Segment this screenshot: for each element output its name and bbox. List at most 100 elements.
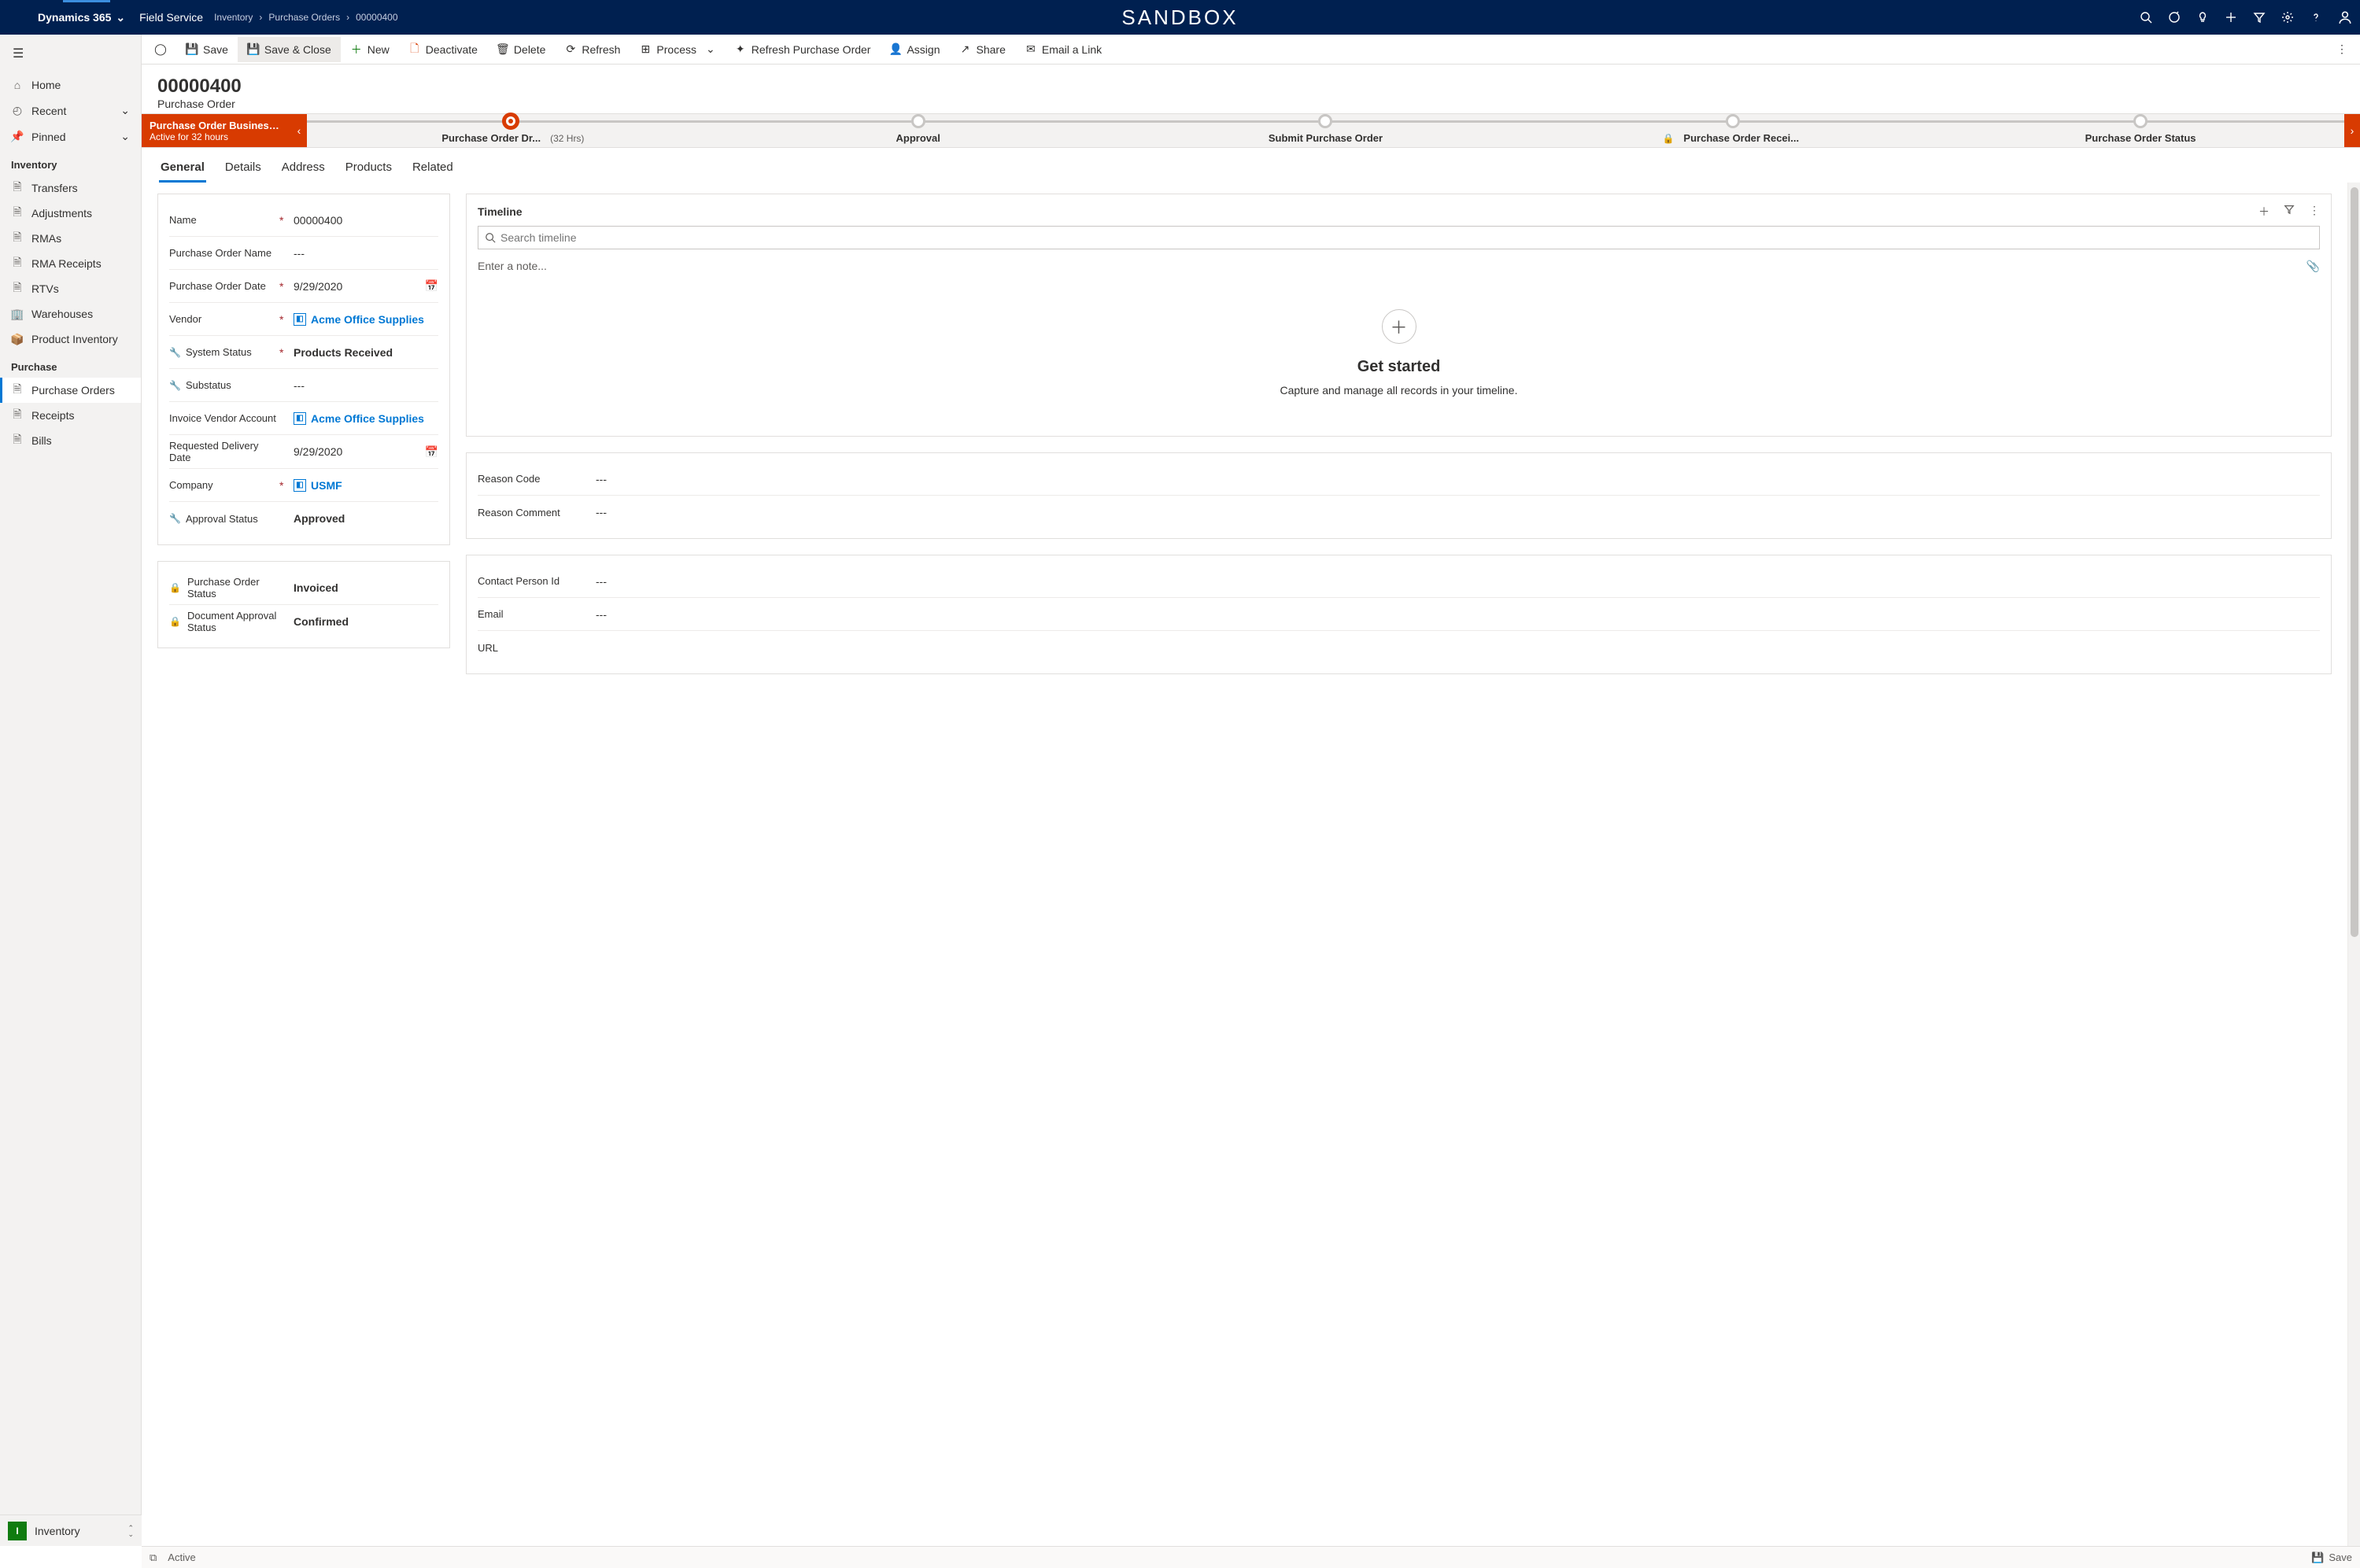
statusbar-save[interactable]: 💾 Save — [2311, 1551, 2352, 1564]
field-value[interactable]: Acme Office Supplies — [311, 313, 424, 326]
sidebar-purchase-orders[interactable]: 🗎Purchase Orders — [0, 378, 141, 403]
field-label: Purchase Order Status — [187, 576, 279, 600]
sidebar-receipts[interactable]: 🗎Receipts — [0, 403, 141, 428]
more-commands[interactable]: ⋮ — [2327, 36, 2357, 62]
sidebar-rtvs[interactable]: 🗎RTVs — [0, 276, 141, 301]
field-po-name[interactable]: Purchase Order Name --- — [169, 237, 438, 270]
breadcrumb-item[interactable]: Inventory — [214, 12, 253, 23]
timeline-more-button[interactable]: ⋮ — [2309, 204, 2320, 220]
field-value[interactable]: Approved — [294, 512, 438, 525]
process-button[interactable]: ⊞Process⌄ — [630, 36, 724, 62]
plus-icon[interactable] — [2225, 11, 2237, 24]
field-reason-code[interactable]: Reason Code --- — [478, 463, 2320, 496]
gear-icon[interactable] — [2281, 11, 2294, 24]
field-value[interactable]: Acme Office Supplies — [311, 412, 424, 425]
field-approval-status[interactable]: 🔧Approval Status Approved — [169, 502, 438, 535]
sidebar-rmas[interactable]: 🗎RMAs — [0, 226, 141, 251]
tab-products[interactable]: Products — [344, 156, 393, 183]
bpf-stage-submit[interactable]: Submit Purchase Order — [1122, 114, 1530, 147]
deactivate-button[interactable]: 🗋Deactivate — [399, 37, 487, 62]
sidebar-home[interactable]: ⌂Home — [0, 72, 141, 98]
vertical-scrollbar[interactable] — [2347, 183, 2360, 1546]
tab-related[interactable]: Related — [411, 156, 455, 183]
field-req-delivery-date[interactable]: Requested Delivery Date 9/29/2020📅 — [169, 435, 438, 469]
sidebar-product-inventory[interactable]: 📦Product Inventory — [0, 327, 141, 352]
new-button[interactable]: ＋New — [341, 37, 399, 62]
sidebar-pinned[interactable]: 📌Pinned⌄ — [0, 124, 141, 149]
sidebar-rma-receipts[interactable]: 🗎RMA Receipts — [0, 251, 141, 276]
field-value[interactable]: 9/29/2020 — [294, 445, 342, 458]
field-value[interactable]: --- — [596, 575, 2320, 588]
bpf-stage-draft[interactable]: Purchase Order Dr...(32 Hrs) — [307, 114, 715, 147]
refresh-po-button[interactable]: ✦Refresh Purchase Order — [725, 37, 881, 62]
sidebar-bills[interactable]: 🗎Bills — [0, 428, 141, 453]
bpf-prev-button[interactable]: ‹ — [291, 114, 307, 147]
back-button[interactable]: ◯ — [145, 37, 176, 62]
stage-dot-icon — [502, 113, 519, 130]
field-substatus[interactable]: 🔧Substatus --- — [169, 369, 438, 402]
main-area: ◯ 💾Save 💾Save & Close ＋New 🗋Deactivate 🗑… — [142, 35, 2360, 1546]
tab-details[interactable]: Details — [223, 156, 263, 183]
hamburger-icon[interactable]: ☰ — [0, 35, 141, 72]
field-value[interactable]: 00000400 — [294, 214, 438, 227]
bpf-stage-receive[interactable]: 🔒Purchase Order Recei... — [1529, 114, 1937, 147]
refresh-button[interactable]: ⟳Refresh — [555, 37, 630, 62]
share-button[interactable]: ↗Share — [950, 37, 1015, 62]
help-icon[interactable] — [2310, 11, 2322, 24]
filter-icon[interactable] — [2253, 11, 2266, 24]
breadcrumb-item[interactable]: 00000400 — [356, 12, 397, 23]
stage-dot-icon — [2133, 114, 2148, 128]
save-button[interactable]: 💾Save — [176, 37, 238, 62]
field-contact-person[interactable]: Contact Person Id --- — [478, 565, 2320, 598]
delete-button[interactable]: 🗑Delete — [487, 37, 555, 62]
sidebar-transfers[interactable]: 🗎Transfers — [0, 175, 141, 201]
field-value[interactable]: 9/29/2020 — [294, 280, 342, 293]
user-icon[interactable] — [2338, 10, 2352, 24]
email-link-button[interactable]: ✉Email a Link — [1015, 37, 1111, 62]
bpf-stage-approval[interactable]: Approval — [715, 114, 1122, 147]
bpf-stage-status[interactable]: Purchase Order Status — [1937, 114, 2344, 147]
save-close-button[interactable]: 💾Save & Close — [238, 37, 341, 62]
tab-address[interactable]: Address — [280, 156, 327, 183]
field-invoice-vendor[interactable]: Invoice Vendor Account ◧Acme Office Supp… — [169, 402, 438, 435]
field-po-date[interactable]: Purchase Order Date * 9/29/2020📅 — [169, 270, 438, 303]
field-name[interactable]: Name * 00000400 — [169, 204, 438, 237]
sidebar-adjustments[interactable]: 🗎Adjustments — [0, 201, 141, 226]
field-value[interactable]: --- — [294, 379, 438, 392]
bpf-next-button[interactable]: › — [2344, 114, 2360, 147]
tab-general[interactable]: General — [159, 156, 206, 183]
brand-switcher[interactable]: Dynamics 365 ⌄ — [38, 11, 125, 24]
sidebar-warehouses[interactable]: 🏢Warehouses — [0, 301, 141, 327]
attach-icon[interactable]: 📎 — [2306, 260, 2320, 273]
sidebar-recent[interactable]: ◴Recent⌄ — [0, 98, 141, 124]
field-value[interactable]: --- — [294, 247, 438, 260]
assign-button[interactable]: 👤Assign — [880, 37, 949, 62]
timeline-search[interactable] — [478, 226, 2320, 249]
search-icon[interactable] — [2140, 11, 2152, 24]
field-value[interactable]: --- — [596, 506, 2320, 518]
field-value[interactable]: USMF — [311, 479, 342, 492]
field-value[interactable]: --- — [596, 473, 2320, 485]
field-url[interactable]: URL — [478, 631, 2320, 664]
area-switcher[interactable]: I Inventory ⌃⌄ — [0, 1515, 142, 1546]
field-value[interactable]: --- — [596, 608, 2320, 621]
bulb-icon[interactable] — [2196, 11, 2209, 24]
field-reason-comment[interactable]: Reason Comment --- — [478, 496, 2320, 529]
field-email[interactable]: Email --- — [478, 598, 2320, 631]
field-company[interactable]: Company * ◧USMF — [169, 469, 438, 502]
field-vendor[interactable]: Vendor * ◧Acme Office Supplies — [169, 303, 438, 336]
calendar-icon[interactable]: 📅 — [425, 445, 438, 459]
field-value[interactable]: Products Received — [294, 346, 438, 359]
task-icon[interactable] — [2168, 11, 2181, 24]
timeline-filter-button[interactable] — [2284, 204, 2295, 220]
app-name[interactable]: Field Service — [139, 11, 203, 24]
bpf-process-header[interactable]: Purchase Order Business ... Active for 3… — [142, 114, 291, 147]
timeline-search-input[interactable] — [500, 231, 2313, 244]
popout-icon[interactable]: ⧉ — [150, 1551, 157, 1564]
field-system-status[interactable]: 🔧System Status * Products Received — [169, 336, 438, 369]
timeline-add-button[interactable]: ＋ — [2258, 204, 2270, 220]
calendar-icon[interactable]: 📅 — [425, 279, 438, 293]
breadcrumb-item[interactable]: Purchase Orders — [268, 12, 340, 23]
timeline-note-input[interactable]: Enter a note... 📎 — [478, 254, 2320, 278]
timeline-create-button[interactable]: ＋ — [1382, 309, 1416, 344]
